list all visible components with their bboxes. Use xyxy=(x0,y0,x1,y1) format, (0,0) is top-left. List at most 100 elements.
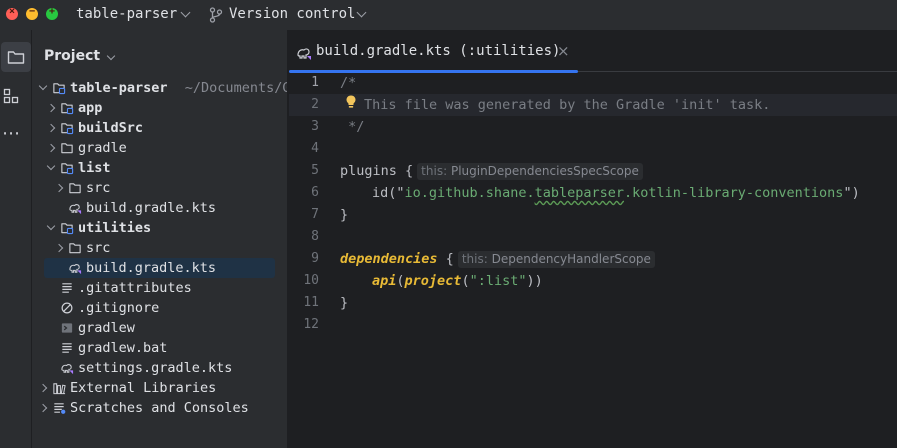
code-text: plugins {this: PluginDependenciesSpecSco… xyxy=(340,160,643,182)
vcs-switcher[interactable]: Version control xyxy=(205,0,375,30)
more-tools-icon: ⋯ xyxy=(2,123,20,144)
more-tools-button[interactable]: ⋯ xyxy=(0,122,32,152)
project-view-selector[interactable]: Project xyxy=(42,44,122,68)
close-window-button[interactable]: × xyxy=(6,6,18,20)
tree-item-label: utilities xyxy=(78,220,152,236)
tree-item[interactable]: buildSrc xyxy=(42,118,286,138)
chevron-down-icon xyxy=(106,51,116,61)
editor-tab-build-gradle[interactable]: build.gradle.kts (:utilities) × xyxy=(289,30,578,73)
tree-item[interactable]: .gitattributes xyxy=(42,278,286,298)
inlay-hint: this: DependencyHandlerScope xyxy=(457,251,655,268)
module-folder-icon xyxy=(53,83,66,95)
module-folder-icon xyxy=(61,103,74,115)
line-number: 1 xyxy=(311,75,319,90)
tree-item-label: Scratches and Consoles xyxy=(70,400,249,416)
line-number: 6 xyxy=(311,185,319,200)
title-bar: × − + table-parser Version control xyxy=(0,0,897,30)
code-line: 11 } xyxy=(289,292,897,314)
gradle-kotlin-file-icon xyxy=(69,204,82,215)
scratches-icon xyxy=(54,403,66,414)
code-line: 6 id("io.github.shane.tableparser.kotlin… xyxy=(289,182,897,204)
chevron-right-icon[interactable] xyxy=(46,143,56,153)
folder-icon xyxy=(61,143,73,154)
minimize-window-button[interactable]: − xyxy=(26,6,38,20)
code-line: 4 xyxy=(289,138,897,160)
chevron-down-icon[interactable] xyxy=(46,221,56,231)
line-number: 9 xyxy=(311,251,319,266)
module-folder-icon xyxy=(61,223,74,235)
code-line: 9 dependencies {this: DependencyHandlerS… xyxy=(289,248,897,270)
tree-item-label: build.gradle.kts xyxy=(86,200,217,216)
gradle-kotlin-file-icon xyxy=(297,48,311,60)
tree-item[interactable]: build.gradle.kts xyxy=(44,258,275,278)
tree-item[interactable]: build.gradle.kts xyxy=(42,198,286,218)
chevron-down-icon[interactable] xyxy=(38,81,48,91)
tree-item[interactable]: list xyxy=(42,158,286,178)
tree-item[interactable]: table-parser ~/Documents/G xyxy=(38,78,287,98)
project-switcher-label: table-parser xyxy=(76,6,178,22)
line-number: 8 xyxy=(311,229,319,244)
project-switcher[interactable]: table-parser xyxy=(70,0,195,30)
tree-item[interactable]: settings.gradle.kts xyxy=(42,358,286,378)
tree-item-label: buildSrc xyxy=(78,120,144,136)
code-line: 3 */ xyxy=(289,116,897,138)
code-text: */ xyxy=(340,119,365,135)
panel-title: Project xyxy=(44,48,101,64)
code-text: id("io.github.shane.tableparser.kotlin-l… xyxy=(372,185,860,201)
tree-item-label: gradlew.bat xyxy=(78,340,168,356)
code-text: } xyxy=(340,207,349,223)
tree-item[interactable]: Scratches and Consoles xyxy=(38,398,286,418)
line-number: 10 xyxy=(303,273,319,288)
chevron-right-icon[interactable] xyxy=(38,403,48,413)
tree-item[interactable]: app xyxy=(42,98,286,118)
chevron-right-icon[interactable] xyxy=(46,123,56,133)
libraries-icon xyxy=(53,383,66,395)
text-file-icon xyxy=(62,283,72,293)
tree-item[interactable]: src xyxy=(42,238,286,258)
project-tool-button[interactable] xyxy=(1,42,31,72)
close-tab-icon[interactable]: × xyxy=(557,42,570,60)
structure-icon xyxy=(3,88,19,104)
line-number: 7 xyxy=(311,207,319,222)
folder-icon xyxy=(69,243,81,254)
tree-item[interactable]: gradle xyxy=(42,138,286,158)
chevron-right-icon[interactable] xyxy=(38,383,48,393)
code-line: 1 /* xyxy=(289,72,897,94)
chevron-down-icon xyxy=(356,7,367,18)
code-text: } xyxy=(340,295,349,311)
code-text: /* xyxy=(340,75,357,91)
editor-area: build.gradle.kts (:utilities) × 1 /* 2 T… xyxy=(289,30,897,448)
text-file-icon xyxy=(62,343,72,353)
chevron-down-icon[interactable] xyxy=(46,161,56,171)
tree-item[interactable]: .gitignore xyxy=(42,298,286,318)
chevron-right-icon[interactable] xyxy=(54,183,64,193)
module-folder-icon xyxy=(61,163,74,175)
tree-item-label: gradle xyxy=(78,140,127,156)
chevron-right-icon[interactable] xyxy=(54,243,64,253)
line-number: 2 xyxy=(311,97,319,112)
tree-item[interactable]: gradlew xyxy=(42,318,286,338)
tree-item-label: table-parser xyxy=(70,80,168,96)
shell-script-icon xyxy=(61,323,73,333)
editor-tab-bar: build.gradle.kts (:utilities) × xyxy=(289,30,897,73)
lightbulb-icon[interactable] xyxy=(344,94,358,110)
chevron-right-icon[interactable] xyxy=(46,103,56,113)
typo-squiggle: tableparser xyxy=(534,185,624,201)
brace: { xyxy=(396,163,414,179)
code-area[interactable]: 1 /* 2 This file was generated by the Gr… xyxy=(289,72,897,448)
folder-icon xyxy=(69,183,81,194)
code-line-current: 2 This file was generated by the Gradle … xyxy=(289,94,897,116)
structure-tool-button[interactable] xyxy=(0,82,32,112)
tree-item-label: External Libraries xyxy=(70,380,217,396)
branch-icon xyxy=(209,7,223,23)
maximize-window-button[interactable]: + xyxy=(46,6,58,20)
tree-item-label: list xyxy=(78,160,111,176)
code-line: 7 } xyxy=(289,204,897,226)
inlay-hint: this: PluginDependenciesSpecScope xyxy=(417,163,643,180)
editor-tab-label: build.gradle.kts (:utilities) xyxy=(316,43,561,59)
tree-item[interactable]: utilities xyxy=(42,218,286,238)
tree-item[interactable]: gradlew.bat xyxy=(42,338,286,358)
code-text: api(project(":list")) xyxy=(372,273,543,289)
tree-item[interactable]: src xyxy=(42,178,286,198)
tree-item[interactable]: External Libraries xyxy=(38,378,286,398)
